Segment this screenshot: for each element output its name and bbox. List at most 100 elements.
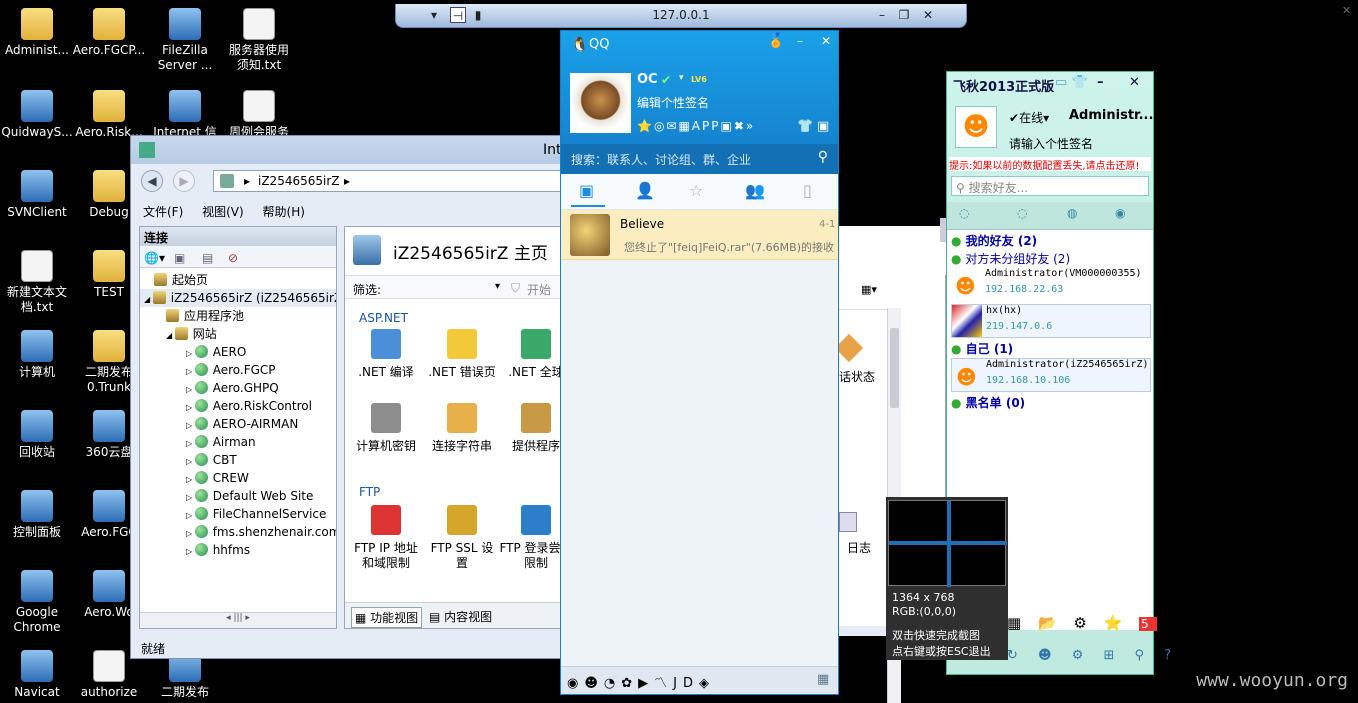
tree-item[interactable]: ▷ Airman — [140, 433, 336, 451]
tree-item[interactable]: ◢ iZ2546565irZ (iZ2546565irZ — [140, 289, 336, 307]
desktop-icon[interactable]: SVNClient — [0, 170, 74, 220]
minimize-icon[interactable]: – — [797, 34, 803, 48]
desktop-icon[interactable]: Navicat — [0, 650, 74, 700]
tree-item[interactable]: ▷ CBT — [140, 451, 336, 469]
tree-item[interactable]: 起始页 — [140, 271, 336, 289]
close-icon[interactable]: ✕ — [1342, 4, 1354, 18]
expand-icon[interactable]: ▷ — [186, 439, 195, 448]
tab-messages-icon[interactable]: ▣ — [579, 181, 594, 200]
horizontal-scrollbar[interactable]: ◂ ||| ▸ — [140, 612, 336, 628]
menu-icon[interactable]: ▣ — [817, 119, 829, 134]
start-filter-button[interactable]: 开始 — [527, 281, 551, 298]
menu-file[interactable]: 文件(F) — [143, 205, 183, 219]
desktop-icon[interactable]: 周例会服务 — [222, 90, 296, 140]
grid-icon[interactable]: ▦ — [817, 672, 829, 687]
tree-item[interactable]: ▷ FileChannelService — [140, 505, 336, 523]
medal-icon[interactable]: 🏅 — [767, 33, 784, 49]
tab-group-icon[interactable]: ◌ — [1017, 206, 1027, 220]
avatar[interactable] — [570, 73, 631, 133]
menu-view[interactable]: 视图(V) — [202, 205, 244, 219]
address-bar[interactable]: ▸ iZ2546565irZ ▸ — [213, 170, 563, 192]
expand-icon[interactable]: ▷ — [186, 457, 195, 466]
tree-item[interactable]: ▷ Aero.GHPQ — [140, 379, 336, 397]
feature-item[interactable]: 计算机密钥 — [349, 403, 423, 454]
tab-web-icon[interactable]: ◉ — [1115, 206, 1125, 220]
group-self[interactable]: ● 自己 (1) — [951, 340, 1151, 357]
friend-search[interactable]: ⚲ 搜索好友... — [951, 176, 1149, 196]
status-dropdown-icon[interactable]: ▾ — [679, 73, 684, 83]
minimize-icon[interactable]: – — [874, 7, 890, 23]
tree-item[interactable]: ▷ Aero.FGCP — [140, 361, 336, 379]
feature-item[interactable]: .NET 编译 — [349, 329, 423, 380]
desktop-icon[interactable]: Google Chrome — [0, 570, 74, 635]
tree-item[interactable]: ◢ 网站 — [140, 325, 336, 343]
tab-chat-icon[interactable]: ◌ — [959, 206, 969, 220]
restore-icon[interactable]: ❐ — [896, 7, 912, 23]
tree-item[interactable]: ▷ CREW — [140, 469, 336, 487]
view-icon[interactable]: ▦▾ — [861, 283, 877, 296]
desktop-icon[interactable]: 控制面板 — [0, 490, 74, 540]
filter-dropdown[interactable]: ▾ — [495, 281, 500, 292]
tree-item[interactable]: ▷ AERO — [140, 343, 336, 361]
tab-groups-icon[interactable]: 👥 — [745, 181, 765, 200]
tab-favorites-icon[interactable]: ☆ — [689, 181, 703, 200]
disconnect-icon[interactable]: ⊘ — [228, 251, 238, 265]
desktop-icon[interactable]: FileZilla Server ... — [148, 8, 222, 73]
expand-icon[interactable]: ◢ — [144, 295, 153, 304]
shirt-icon[interactable]: 👕 — [797, 119, 813, 134]
expand-icon[interactable]: ▷ — [186, 511, 195, 520]
desktop-icon[interactable]: Internet 信 — [148, 90, 222, 140]
expand-icon[interactable]: ◢ — [166, 331, 175, 340]
tree-item[interactable]: ▷ hhfms — [140, 541, 336, 559]
expand-icon[interactable]: ▷ — [186, 547, 195, 556]
expand-icon[interactable]: ▷ — [186, 403, 195, 412]
feature-item[interactable]: .NET 错误页 — [425, 329, 499, 380]
close-icon[interactable]: ✕ — [920, 7, 936, 23]
feature-item[interactable]: 连接字符串 — [425, 403, 499, 454]
close-icon[interactable]: ✕ — [1129, 75, 1140, 90]
restore-notice[interactable]: 提示:如果以前的数据配置丢失,请点击还原! — [949, 157, 1151, 171]
tree-item[interactable]: ▷ fms.shenzhenair.com — [140, 523, 336, 541]
tab-features-view[interactable]: ▦ 功能视图 — [351, 607, 423, 628]
expand-icon[interactable]: ▷ — [186, 493, 195, 502]
tree-item[interactable]: ▷ Aero.RiskControl — [140, 397, 336, 415]
desktop-icon[interactable]: 服务器使用 须知.txt — [222, 8, 296, 73]
tab-share-icon[interactable]: ◍ — [1067, 206, 1077, 220]
expand-icon[interactable]: ▷ — [186, 475, 195, 484]
expand-icon[interactable]: ▷ — [186, 421, 195, 430]
feiq-toolbar-top[interactable]: ▦ 📂 ⚙ ⭐ 5 — [1007, 614, 1157, 632]
search-input[interactable]: 搜索：联系人、讨论组、群、企业 ⚲ — [561, 144, 838, 174]
desktop-icon[interactable]: Administ... — [0, 8, 74, 58]
back-icon[interactable]: ◀ — [141, 170, 163, 192]
tab-contacts-icon[interactable]: 👤 — [635, 181, 655, 200]
forward-icon[interactable]: ▶ — [173, 170, 195, 192]
group-friends[interactable]: ● 我的好友 (2) — [951, 232, 1151, 249]
tree-item[interactable]: 应用程序池 — [140, 307, 336, 325]
desktop-icon[interactable]: Aero.FGCP... — [72, 8, 146, 58]
tree-item[interactable]: ▷ AERO-AIRMAN — [140, 415, 336, 433]
desktop-icon[interactable]: 新建文本文 档.txt — [0, 250, 74, 315]
expand-icon[interactable]: ▷ — [186, 349, 195, 358]
desktop-icon[interactable]: 计算机 — [0, 330, 74, 380]
feature-item[interactable]: FTP IP 地址和域限制 — [349, 505, 423, 571]
user-avatar[interactable]: ☻ — [955, 106, 997, 148]
group-blacklist[interactable]: ● 黑名单 (0) — [951, 394, 1151, 411]
expand-icon[interactable]: ▷ — [186, 385, 195, 394]
globe-connect-icon[interactable]: 🌐▾ — [144, 251, 165, 265]
close-icon[interactable]: ✕ — [821, 34, 831, 48]
save-icon[interactable]: ▣ — [174, 251, 185, 265]
expand-icon[interactable]: ▷ — [186, 367, 195, 376]
signature-input[interactable]: 请输入个性签名 — [1009, 135, 1093, 152]
minimize-icon[interactable]: – — [1097, 75, 1104, 90]
desktop-icon[interactable]: Aero.Risk... — [72, 90, 146, 140]
chat-list-item[interactable]: Believe 4-1 您终止了"[feiq]FeiQ.rar"(7.66MB)… — [561, 210, 838, 260]
search-icon[interactable]: ⚲ — [818, 149, 828, 165]
contact-row[interactable]: hx(hx) 219.147.0.6 — [951, 304, 1151, 338]
desktop-icon[interactable]: 回收站 — [0, 410, 74, 460]
skin-icon[interactable]: ▭ 👕 — [1055, 75, 1088, 90]
up-icon[interactable]: ▤ — [202, 251, 213, 265]
menu-help[interactable]: 帮助(H) — [263, 205, 305, 219]
desktop-icon[interactable]: QuidwayS... — [0, 90, 74, 140]
tab-phone-icon[interactable]: ▯ — [803, 181, 812, 200]
tree-item[interactable]: ▷ Default Web Site — [140, 487, 336, 505]
